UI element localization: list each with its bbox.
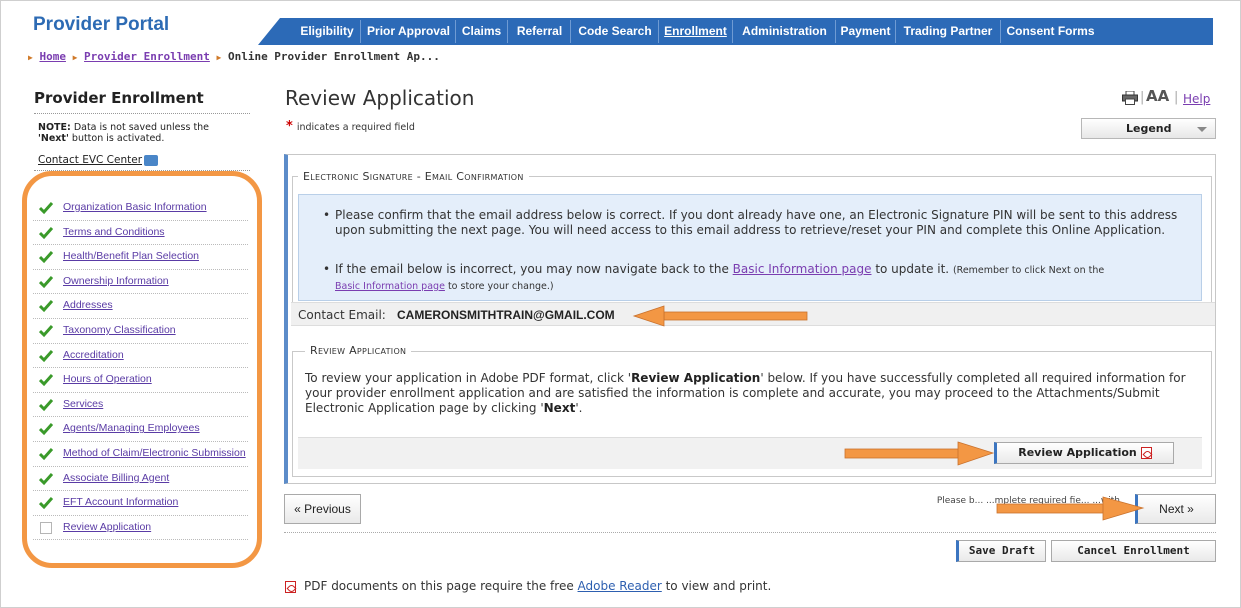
breadcrumb-current: Online Provider Enrollment Ap... xyxy=(227,50,440,63)
next-button[interactable]: Next » xyxy=(1135,494,1216,524)
nav-item-payment[interactable]: Payment xyxy=(836,18,895,45)
save-draft-button[interactable]: Save Draft xyxy=(956,540,1046,562)
contact-evc-link[interactable]: Contact EVC Center xyxy=(38,154,159,166)
required-star-icon: * xyxy=(286,119,293,134)
text-size-icon[interactable]: AA xyxy=(1146,87,1169,105)
pdf-note-text-post: to view and print. xyxy=(661,579,772,593)
email-confirm-bullet: Please confirm that the email address be… xyxy=(335,208,1178,237)
sidebar-note: NOTE: Data is not saved unless the 'Next… xyxy=(38,122,250,144)
review-legend-text: Review Application xyxy=(310,344,407,357)
nav-wedge xyxy=(258,18,280,45)
review-application-label: Review Application xyxy=(1018,446,1137,459)
nav-item-consent-forms[interactable]: Consent Forms xyxy=(1001,18,1100,45)
nav-separator xyxy=(835,20,836,43)
contact-email-row: Contact Email: CAMERONSMITHTRAIN@GMAIL.C… xyxy=(291,302,1215,326)
review-instructions: To review your application in Adobe PDF … xyxy=(305,371,1205,416)
review-text-part: To review your application in Adobe PDF … xyxy=(305,371,632,385)
nav-item-claims[interactable]: Claims xyxy=(456,18,507,45)
tool-divider: | xyxy=(1140,90,1145,105)
bullet-icon: • xyxy=(323,208,331,222)
nav-item-administration[interactable]: Administration xyxy=(733,18,836,45)
nav-item-eligibility[interactable]: Eligibility xyxy=(296,18,358,45)
breadcrumb-arrow-icon: ▶ xyxy=(28,53,33,62)
required-note-text: indicates a required field xyxy=(296,122,415,133)
portal-title: Provider Portal xyxy=(33,14,170,35)
printer-icon[interactable] xyxy=(1122,91,1138,105)
bullet2-small-pre: (Remember to click Next on the xyxy=(952,265,1105,276)
nav-item-code-search[interactable]: Code Search xyxy=(571,18,659,45)
nav-item-enrollment[interactable]: Enrollment xyxy=(659,18,732,45)
basic-info-link[interactable]: Basic Information page xyxy=(733,262,872,276)
required-fields-hint: Please b... ...mplete required fie... ..… xyxy=(936,496,1120,516)
contact-evc-label: Contact EVC Center xyxy=(38,154,143,166)
annotation-highlight-ring xyxy=(22,171,262,568)
required-field-note: * indicates a required field xyxy=(286,119,415,134)
review-text-bold: Review Application xyxy=(631,371,761,385)
esig-legend: Electronic Signature - Email Confirmatio… xyxy=(298,170,529,183)
bullet2-small-post: to store your change.) xyxy=(444,281,554,292)
nav-item-trading-partner[interactable]: Trading Partner xyxy=(896,18,1000,45)
nav-separator xyxy=(570,20,571,43)
nav-separator xyxy=(360,20,361,43)
breadcrumb-home-link[interactable]: Home xyxy=(39,50,66,63)
pdf-icon xyxy=(285,580,296,593)
sidebar-note-label: NOTE: xyxy=(38,122,71,133)
review-text-part: '. xyxy=(575,401,583,415)
legend-dropdown[interactable]: Legend xyxy=(1081,118,1216,139)
cancel-enrollment-button[interactable]: Cancel Enrollment xyxy=(1051,540,1216,562)
sidebar-note-text: Data is not saved unless the xyxy=(70,122,210,133)
previous-button[interactable]: « Previous xyxy=(284,494,361,524)
breadcrumb-arrow-icon: ▶ xyxy=(72,53,78,62)
page-title: Review Application xyxy=(285,86,475,110)
breadcrumb-arrow-icon: ▶ xyxy=(216,53,222,62)
phone-icon xyxy=(144,154,159,166)
bullet2-text: If the email below is incorrect, you may… xyxy=(335,262,733,276)
legend-label: Legend xyxy=(1126,122,1172,135)
contact-email-label: Contact Email: xyxy=(298,308,386,322)
esig-legend-text: Electronic Signature - Email Confirmatio… xyxy=(303,170,524,183)
nav-item-referral[interactable]: Referral xyxy=(508,18,571,45)
review-text-next: Next xyxy=(543,401,576,415)
breadcrumb: ▶ Home ▶ Provider Enrollment ▶ Online Pr… xyxy=(28,50,440,63)
chevron-down-icon xyxy=(1197,127,1207,132)
pdf-icon xyxy=(1140,447,1152,459)
email-incorrect-bullet: If the email below is incorrect, you may… xyxy=(335,262,1197,294)
review-application-button[interactable]: Review Application xyxy=(994,442,1174,464)
nav-separator xyxy=(732,20,733,43)
breadcrumb-provider-enrollment-link[interactable]: Provider Enrollment xyxy=(84,50,210,63)
pdf-note-text: PDF documents on this page require the f… xyxy=(304,579,578,593)
nav-separator xyxy=(1000,20,1001,43)
nav-separator xyxy=(455,20,456,43)
tool-divider: | xyxy=(1174,90,1179,105)
sidebar-title: Provider Enrollment xyxy=(34,89,204,107)
sidebar-divider xyxy=(34,113,250,114)
nav-separator xyxy=(895,20,896,43)
sidebar-note-text2: button is activated. xyxy=(68,133,165,144)
sidebar-note-next: 'Next' xyxy=(38,133,69,144)
bullet2-text-post: to update it. xyxy=(871,262,953,276)
review-legend: Review Application xyxy=(305,344,412,357)
help-link[interactable]: Help xyxy=(1183,92,1210,106)
bullet-icon: • xyxy=(323,262,331,276)
nav-separator xyxy=(507,20,508,43)
basic-info-small-link[interactable]: Basic Information page xyxy=(335,281,445,292)
nav-item-prior-approval[interactable]: Prior Approval xyxy=(361,18,456,45)
pdf-note: PDF documents on this page require the f… xyxy=(285,579,771,593)
contact-email-value: CAMERONSMITHTRAIN@GMAIL.COM xyxy=(397,308,615,322)
adobe-reader-link[interactable]: Adobe Reader xyxy=(578,579,662,593)
nav-separator xyxy=(658,20,659,43)
divider-line xyxy=(284,532,1216,533)
